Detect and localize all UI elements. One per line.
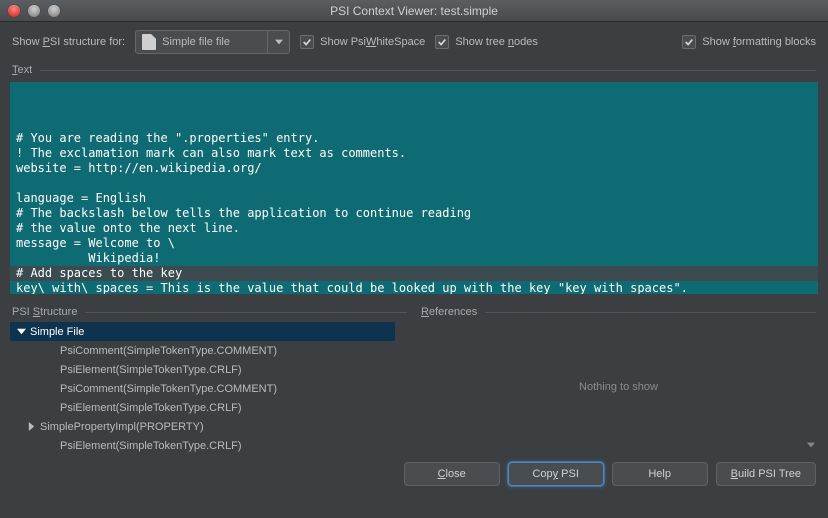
help-button[interactable]: Help [612,462,708,486]
tree-indent [44,439,58,453]
checkbox-label: Show PsiWhiteSpace [320,36,425,48]
minimize-window-icon[interactable] [28,5,40,17]
language-combo[interactable]: Simple file file [135,30,290,54]
language-combo-value: Simple file file [162,36,230,48]
chevron-down-icon[interactable] [804,438,818,452]
checkbox-icon [300,35,314,49]
scrollbar[interactable] [395,322,409,452]
show-structure-label: Show PSI structure for: [12,36,125,48]
build-psi-tree-button[interactable]: Build PSI Tree [716,462,816,486]
window-controls [0,5,60,17]
show-tree-nodes-checkbox[interactable]: Show tree nodes [435,35,538,49]
psi-tree[interactable]: Simple File PsiComment(SimpleTokenType.CO… [10,322,409,452]
tree-row-label: PsiElement(SimpleTokenType.CRLF) [60,402,242,414]
references-empty-text: Nothing to show [579,381,658,393]
copy-psi-button[interactable]: Copy PSI [508,462,604,486]
close-button[interactable]: Close [404,462,500,486]
file-icon [142,34,156,50]
tree-row[interactable]: PsiComment(SimpleTokenType.COMMENT) [10,379,395,398]
chevron-right-icon[interactable] [24,420,38,434]
tree-row[interactable]: SimplePropertyImpl(PROPERTY) [10,417,395,436]
text-editor[interactable]: # You are reading the ".properties" entr… [10,82,818,294]
psi-structure-label: PSI Structure [10,302,409,320]
checkbox-icon [435,35,449,49]
references-label: References [419,302,818,320]
text-section-label: Text [0,60,828,78]
tree-row-label: SimplePropertyImpl(PROPERTY) [40,421,204,433]
titlebar: PSI Context Viewer: test.simple [0,0,828,22]
tree-indent [44,382,58,396]
zoom-window-icon[interactable] [48,5,60,17]
tree-row[interactable]: Simple File [10,322,395,341]
tree-row[interactable]: PsiElement(SimpleTokenType.CRLF) [10,436,395,452]
tree-row[interactable]: PsiComment(SimpleTokenType.COMMENT) [10,341,395,360]
tree-indent [44,344,58,358]
language-combo-value-area[interactable]: Simple file file [136,34,267,50]
checkbox-label: Show formatting blocks [702,36,816,48]
tree-row[interactable]: PsiElement(SimpleTokenType.CRLF) [10,398,395,417]
show-psiwhitespace-checkbox[interactable]: Show PsiWhiteSpace [300,35,425,49]
window-title: PSI Context Viewer: test.simple [0,4,828,18]
tree-indent [44,401,58,415]
tree-row-label: PsiComment(SimpleTokenType.COMMENT) [60,383,277,395]
show-formatting-blocks-checkbox[interactable]: Show formatting blocks [682,35,816,49]
checkbox-label: Show tree nodes [455,36,538,48]
editor-content: # You are reading the ".properties" entr… [16,131,812,294]
tree-indent [44,363,58,377]
toolbar: Show PSI structure for: Simple file file… [0,22,828,60]
close-window-icon[interactable] [8,5,20,17]
tree-row-label: Simple File [30,326,84,338]
chevron-down-icon[interactable] [267,31,289,53]
tree-row[interactable]: PsiElement(SimpleTokenType.CRLF) [10,360,395,379]
chevron-down-icon[interactable] [14,325,28,339]
tree-row-label: PsiElement(SimpleTokenType.CRLF) [60,364,242,376]
checkbox-icon [682,35,696,49]
references-panel: Nothing to show [419,322,818,452]
tree-row-label: PsiElement(SimpleTokenType.CRLF) [60,440,242,452]
dialog-buttons: Close Copy PSI Help Build PSI Tree [0,452,828,496]
tree-row-label: PsiComment(SimpleTokenType.COMMENT) [60,345,277,357]
